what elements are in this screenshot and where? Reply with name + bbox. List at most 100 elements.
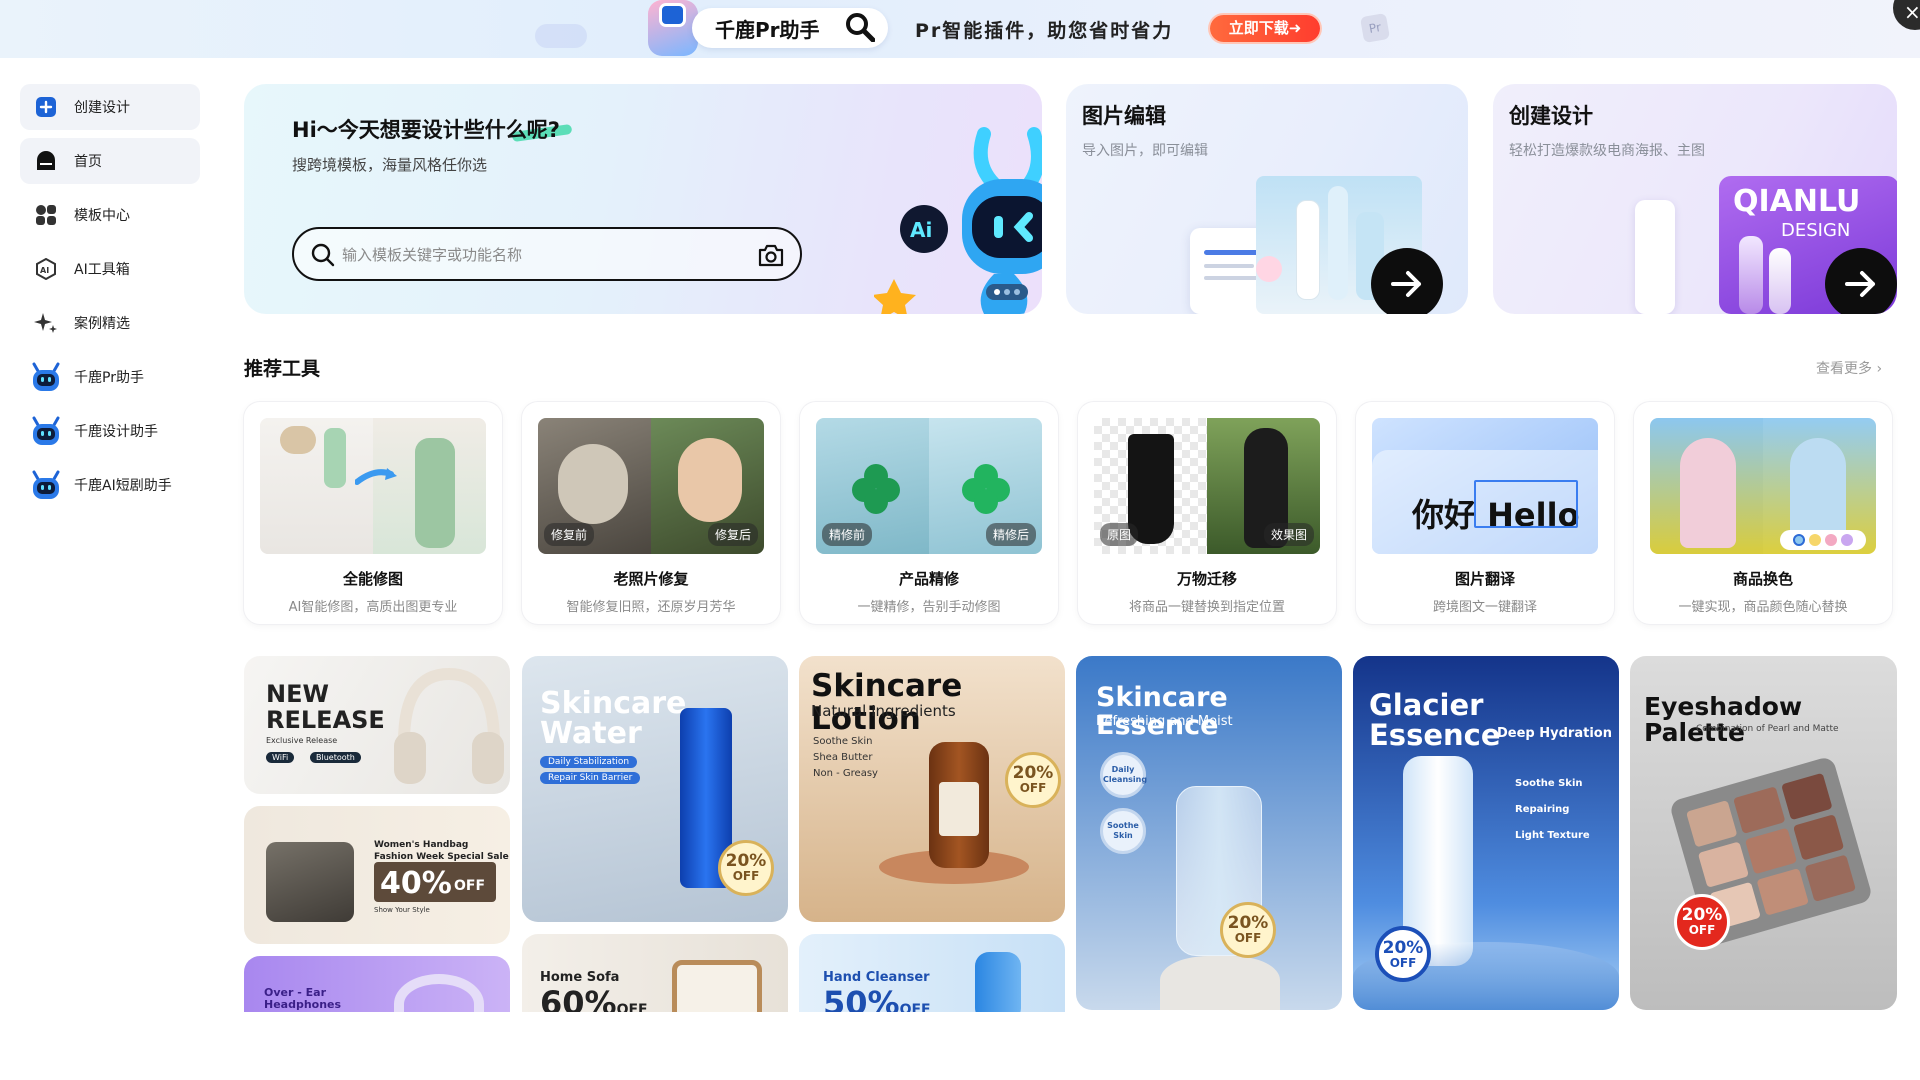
- template-card-skincare-essence[interactable]: Skincare Essence Refreshing and Moist Da…: [1076, 656, 1342, 1010]
- template-subtitle: Exclusive Release: [266, 736, 338, 745]
- tool-description: 一键精修，告别手动修图: [857, 600, 1001, 615]
- sidebar-item-pr-assistant[interactable]: 千鹿Pr助手: [20, 354, 200, 400]
- before-tag: 修复前: [544, 523, 595, 546]
- feature-circle: Daily Cleansing: [1100, 752, 1147, 798]
- home-icon: [34, 149, 58, 173]
- tool-name: 全能修图: [342, 570, 403, 588]
- toolbar-mockup-image: [1635, 200, 1675, 314]
- template-card-earphones[interactable]: Over - Ear Headphones: [244, 956, 510, 1012]
- benefit-item: Non - Greasy: [813, 768, 878, 779]
- clover-pendant-icon: [962, 464, 1010, 514]
- sidebar-item-case-selection[interactable]: 案例精选: [20, 300, 200, 346]
- hero-search-card: Hi～今天想要设计些什么呢? 搜跨境模板，海量风格任你选 Ai: [244, 84, 1042, 314]
- download-button[interactable]: 立即下载➜: [1210, 15, 1320, 42]
- ai-toolbox-icon: AI: [34, 257, 58, 281]
- deer-bot-icon: [32, 416, 60, 445]
- after-tag: 修复后: [707, 523, 758, 546]
- template-card-hand-cleanser[interactable]: Hand Cleanser 50%OFF: [799, 934, 1065, 1012]
- template-line1: Home Sofa: [540, 970, 620, 985]
- tool-name: 产品精修: [898, 570, 959, 588]
- tool-description: 智能修复旧照，还原岁月芳华: [566, 600, 736, 615]
- sidebar-item-label: 千鹿AI短剧助手: [74, 478, 172, 494]
- tool-thumbnail: 精修前 精修后: [816, 418, 1042, 554]
- template-line2: Fashion Week Special Sale: [374, 852, 509, 862]
- amber-bottle-image: [929, 742, 989, 868]
- template-card-eyeshadow[interactable]: Eyeshadow Palette Combination of Pearl a…: [1630, 656, 1897, 1010]
- card-subtitle: 导入图片，即可编辑: [1082, 143, 1208, 159]
- template-title-line2: Water: [540, 716, 642, 751]
- sidebar-item-ai-toolbox[interactable]: AI AI工具箱: [20, 246, 200, 292]
- promo-banner[interactable]: 千鹿Pr助手 Pr智能插件，助您省时省力 立即下载➜ Pr ×: [0, 0, 1920, 58]
- camera-icon[interactable]: [757, 242, 785, 268]
- template-title-line1: Skincare Essence: [1096, 682, 1228, 742]
- discount-badge: 20% OFF: [1375, 926, 1431, 982]
- template-card-headphones[interactable]: NEW RELEASE Exclusive Release WiFi Bluet…: [244, 656, 510, 794]
- benefit-item: Soothe Skin: [813, 736, 873, 747]
- tool-card-recolor[interactable]: 商品换色 一键实现，商品颜色随心替换: [1634, 402, 1892, 624]
- sidebar-item-ai-drama-assistant[interactable]: 千鹿AI短剧助手: [20, 462, 200, 508]
- benefit-item: Light Texture: [1515, 830, 1590, 841]
- tool-card-object-transfer[interactable]: 原图 效果图 万物迁移 将商品一键替换到指定位置: [1078, 402, 1336, 624]
- create-design-card[interactable]: 创建设计 轻松打造爆款级电商海报、主图 QIANLU DESIGN: [1493, 84, 1897, 314]
- rock-image: [1160, 956, 1280, 1010]
- template-title-line1: Glacier Essence: [1369, 688, 1501, 753]
- sidebar: 创建设计 首页 模板中心 AI AI工具箱 案例精选 千鹿Pr助手 千鹿设计助手…: [20, 84, 200, 516]
- template-search-box[interactable]: [292, 227, 802, 281]
- template-card-handbag[interactable]: Women's Handbag Fashion Week Special Sal…: [244, 806, 510, 944]
- search-input[interactable]: [342, 243, 742, 267]
- clover-pendant-icon: [852, 464, 900, 514]
- tool-description: 一键实现，商品颜色随心替换: [1678, 600, 1848, 615]
- hero-subtitle: 搜跨境模板，海量风格任你选: [292, 156, 488, 174]
- card-title: 图片编辑: [1082, 104, 1166, 128]
- feature-chip: Daily Stabilization: [540, 756, 638, 768]
- open-create-design-button[interactable]: [1825, 248, 1897, 314]
- tool-card-image-translate[interactable]: 你好 Hello 图片翻译 跨境图文一键翻译: [1356, 402, 1614, 624]
- carousel-dots[interactable]: [986, 284, 1028, 300]
- tool-card-old-photo-restore[interactable]: 修复前 修复后 老照片修复 智能修复旧照，还原岁月芳华: [522, 402, 780, 624]
- search-icon: [311, 243, 335, 267]
- after-tag: 效果图: [1263, 523, 1314, 546]
- tool-description: 跨境图文一键翻译: [1432, 600, 1537, 615]
- sidebar-item-template-center[interactable]: 模板中心: [20, 192, 200, 238]
- tool-description: 将商品一键替换到指定位置: [1128, 600, 1285, 615]
- grid-icon: [34, 203, 58, 227]
- deer-mascot-icon: [648, 0, 698, 56]
- see-more-link[interactable]: 查看更多 ›: [1816, 358, 1882, 378]
- sidebar-item-home[interactable]: 首页: [20, 138, 200, 184]
- template-card-glacier-essence[interactable]: Glacier Essence Deep Hydration Soothe Sk…: [1353, 656, 1619, 1010]
- tool-name: 图片翻译: [1454, 570, 1515, 588]
- image-edit-card[interactable]: 图片编辑 导入图片，即可编辑: [1066, 84, 1468, 314]
- sidebar-item-create-design[interactable]: 创建设计: [20, 84, 200, 130]
- template-card-skincare-water[interactable]: Skincare Water Daily Stabilization Repai…: [522, 656, 788, 922]
- cloud-decoration: [535, 24, 587, 48]
- arrow-right-icon: [1391, 271, 1421, 297]
- promo-brand: 千鹿Pr助手: [715, 18, 820, 42]
- template-subtitle: Show Your Style: [374, 906, 430, 914]
- feature-circle: Soothe Skin: [1100, 808, 1146, 854]
- template-card-lotion[interactable]: Skincare Lotion Natural Ingredients Soot…: [799, 656, 1065, 922]
- tool-thumbnail: [260, 418, 486, 554]
- tool-thumbnail: 你好 Hello: [1372, 418, 1598, 554]
- tool-card-retouch[interactable]: 全能修图 AI智能修图，高质出图更专业: [244, 402, 502, 624]
- sidebar-item-label: 千鹿Pr助手: [74, 370, 144, 386]
- open-image-edit-button[interactable]: [1371, 248, 1443, 314]
- sidebar-item-label: 案例精选: [74, 316, 130, 332]
- template-line1: Hand Cleanser: [823, 970, 930, 985]
- sidebar-item-design-assistant[interactable]: 千鹿设计助手: [20, 408, 200, 454]
- headphones-image: [394, 667, 504, 784]
- hero-greeting: Hi～今天想要设计些什么呢?: [292, 118, 560, 142]
- feature-chip: WiFi: [266, 752, 295, 763]
- template-subtitle: Combination of Pearl and Matte: [1696, 724, 1839, 734]
- tool-name: 老照片修复: [613, 570, 689, 588]
- arrow-right-icon: [1845, 271, 1875, 297]
- deer-bot-icon: [32, 470, 60, 499]
- template-subtitle: Natural Ingredients: [811, 702, 956, 720]
- tool-card-product-retouch[interactable]: 精修前 精修后 产品精修 一键精修，告别手动修图: [800, 402, 1058, 624]
- sparkle-icon: [34, 311, 58, 335]
- discount-badge: 20% OFF: [1674, 894, 1730, 950]
- card-title: 创建设计: [1509, 104, 1593, 128]
- template-card-sofa[interactable]: Home Sofa 60%OFF: [522, 934, 788, 1012]
- color-swatches[interactable]: [1780, 530, 1866, 550]
- close-banner-button[interactable]: ×: [1893, 0, 1920, 30]
- svg-text:Ai: Ai: [910, 218, 932, 242]
